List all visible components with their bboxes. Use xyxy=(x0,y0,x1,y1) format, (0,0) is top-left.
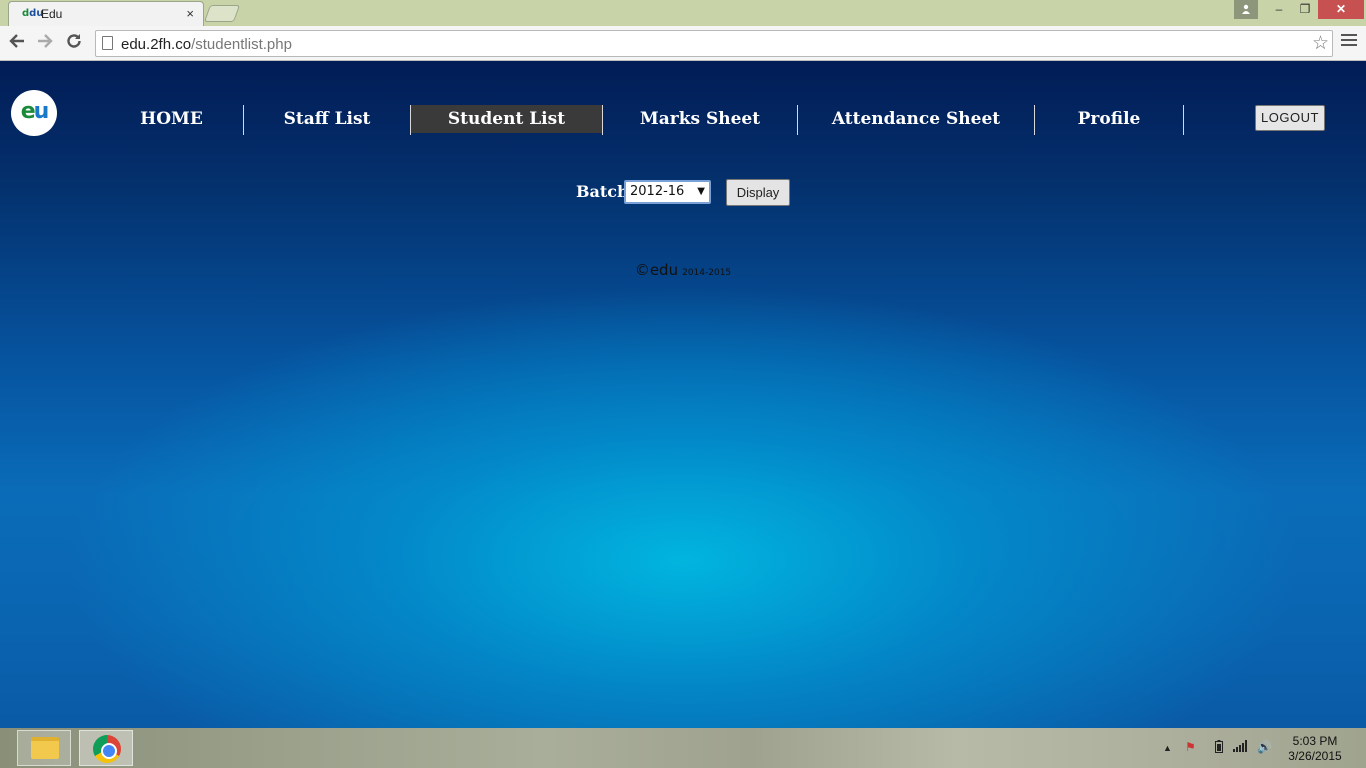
forward-arrow-icon[interactable] xyxy=(34,32,56,54)
close-window-button[interactable]: ✕ xyxy=(1318,0,1364,19)
volume-icon[interactable]: 🔊 xyxy=(1257,740,1272,754)
footer-brand: ©edu xyxy=(634,261,679,279)
nav-student-list[interactable]: Student List xyxy=(411,105,602,133)
dropdown-arrow-icon: ▼ xyxy=(697,186,705,197)
address-bar[interactable]: edu.2fh.co/studentlist.php ☆ xyxy=(95,30,1333,57)
url-text: edu.2fh.co/studentlist.php xyxy=(121,36,292,53)
browser-toolbar: edu.2fh.co/studentlist.php ☆ xyxy=(0,26,1366,61)
batch-form: Batch 2012-16 ▼ Display xyxy=(0,179,1366,207)
chrome-icon xyxy=(93,735,121,763)
network-signal-icon[interactable] xyxy=(1233,740,1247,755)
nav-separator xyxy=(1183,105,1184,135)
batch-label: Batch xyxy=(576,182,629,201)
batch-select[interactable]: 2012-16 ▼ xyxy=(624,180,711,204)
nav-profile[interactable]: Profile xyxy=(1035,105,1183,133)
browser-titlebar: ddu Edu × – ❐ ✕ xyxy=(0,0,1366,26)
nav-home[interactable]: HOME xyxy=(100,105,243,133)
nav-attendance-sheet[interactable]: Attendance Sheet xyxy=(798,105,1034,133)
action-center-flag-icon[interactable]: ⚑ xyxy=(1185,740,1196,754)
nav-staff-list[interactable]: Staff List xyxy=(244,105,410,133)
chrome-menu-icon[interactable] xyxy=(1341,34,1357,50)
footer-years: 2014-2015 xyxy=(682,268,732,278)
tab-title: Edu xyxy=(41,7,63,21)
minimize-button[interactable]: – xyxy=(1266,0,1292,19)
chrome-taskbar-button[interactable] xyxy=(79,730,133,766)
page-content: eu HOME Staff List Student List Marks Sh… xyxy=(0,61,1366,728)
new-tab-button[interactable] xyxy=(203,5,241,22)
logout-button[interactable]: LOGOUT xyxy=(1255,105,1325,131)
page-icon xyxy=(102,36,113,50)
show-hidden-icons-icon[interactable]: ▲ xyxy=(1163,743,1172,753)
windows-taskbar: ▲ ⚑ 🔊 5:03 PM 3/26/2015 xyxy=(0,728,1366,768)
user-profile-icon[interactable] xyxy=(1234,0,1258,19)
maximize-button[interactable]: ❐ xyxy=(1292,0,1318,19)
tab-close-icon[interactable]: × xyxy=(186,6,194,21)
display-button[interactable]: Display xyxy=(726,179,790,206)
back-arrow-icon[interactable] xyxy=(6,32,28,54)
edu-logo[interactable]: eu xyxy=(11,90,57,136)
nav-marks-sheet[interactable]: Marks Sheet xyxy=(603,105,797,133)
file-explorer-button[interactable] xyxy=(17,730,71,766)
bookmark-star-icon[interactable]: ☆ xyxy=(1312,32,1329,55)
system-clock[interactable]: 5:03 PM 3/26/2015 xyxy=(1285,734,1345,764)
footer: ©edu 2014-2015 xyxy=(0,260,1366,279)
battery-icon[interactable] xyxy=(1215,740,1223,756)
folder-icon xyxy=(31,737,59,759)
browser-tab[interactable]: ddu Edu × xyxy=(8,1,204,26)
reload-icon[interactable] xyxy=(63,32,85,54)
